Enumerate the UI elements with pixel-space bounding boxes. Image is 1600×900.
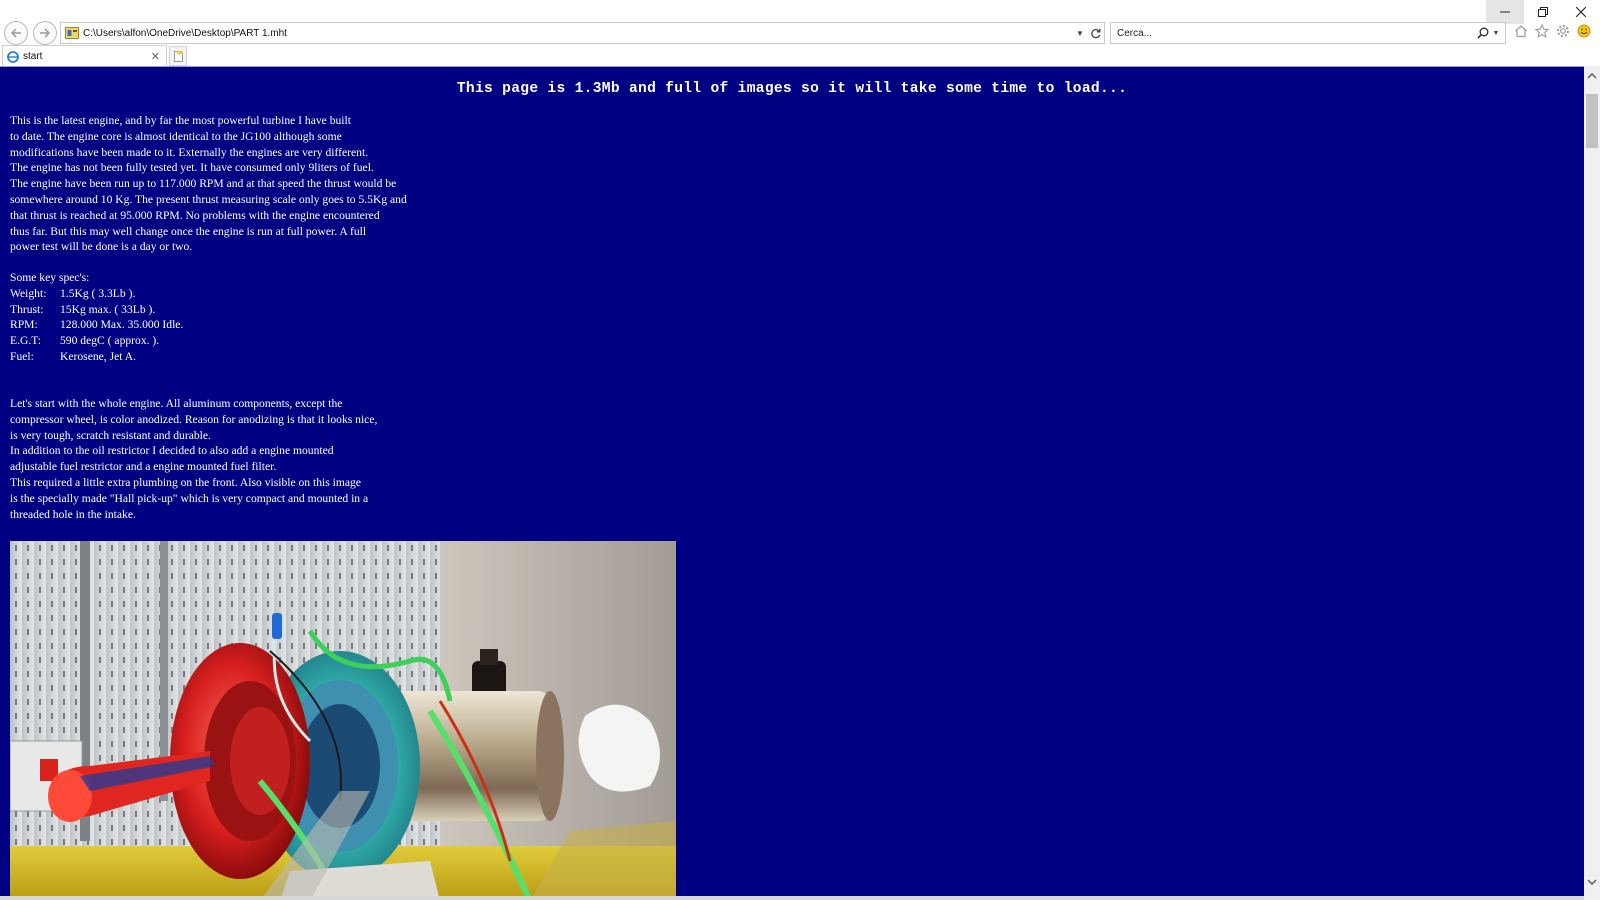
refresh-button[interactable] — [1086, 28, 1104, 39]
settings-gear-icon — [1557, 25, 1569, 37]
spec-label: Fuel: — [10, 349, 34, 363]
engine-photo — [10, 541, 676, 900]
text-line: threaded hole in the intake. — [10, 507, 136, 521]
text-line: compressor wheel, is color anodized. Rea… — [10, 412, 378, 426]
chevron-up-icon — [1587, 73, 1597, 79]
search-input[interactable]: Cerca... — [1117, 28, 1475, 39]
spec-value: 590 degC ( approx. ). — [60, 334, 160, 348]
text-line: The engine have been run up to 117.000 R… — [10, 177, 397, 191]
window-controls — [1486, 0, 1600, 24]
feedback-smiley-icon — [1577, 24, 1591, 38]
search-dropdown-icon[interactable]: ▼ — [1491, 30, 1501, 37]
forward-icon — [40, 28, 51, 38]
chevron-down-icon — [1587, 879, 1597, 885]
new-tab-icon — [173, 50, 183, 62]
back-button[interactable] — [4, 21, 28, 45]
text-line: adjustable fuel restrictor and a engine … — [10, 460, 277, 474]
scroll-down-button[interactable] — [1584, 874, 1600, 890]
close-window-button[interactable] — [1562, 0, 1600, 24]
spec-row: E.G.T: 590 degC ( approx. ). — [10, 333, 183, 349]
text-line: that thrust is reached at 95.000 RPM. No… — [10, 208, 380, 222]
spec-row: Weight: 1.5Kg ( 3.3Lb ). — [10, 286, 183, 302]
search-icon — [1477, 27, 1489, 39]
text-line: modifications have been made to it. Exte… — [10, 145, 369, 159]
text-line: power test will be done is a day or two. — [10, 240, 193, 254]
favorites-star-icon — [1535, 24, 1549, 38]
text-line: thus far. But this may well change once … — [10, 224, 367, 238]
text-line: is very tough, scratch resistant and dur… — [10, 428, 211, 442]
search-button[interactable] — [1475, 27, 1491, 39]
spec-row: RPM: 128.000 Max. 35.000 Idle. — [10, 317, 183, 333]
page-heading: This page is 1.3Mb and full of images so… — [456, 81, 1128, 97]
text-line: is the specially made "Hall pick-up" whi… — [10, 491, 369, 505]
turbine-engine-image — [10, 541, 676, 900]
favorites-button[interactable] — [1534, 23, 1550, 39]
restore-icon — [1538, 7, 1548, 17]
feedback-button[interactable] — [1576, 23, 1592, 39]
body-paragraph: Let's start with the whole engine. All a… — [10, 396, 377, 522]
browser-tab-active[interactable]: start ✕ — [2, 45, 167, 67]
spec-value: Kerosene, Jet A. — [60, 349, 136, 363]
spec-row: Fuel: Kerosene, Jet A. — [10, 349, 183, 365]
text-line: This required a little extra plumbing on… — [10, 475, 361, 489]
minimize-icon — [1500, 11, 1510, 13]
spec-value: 15Kg max. ( 33Lb ). — [60, 302, 156, 316]
text-line: In addition to the oil restrictor I deci… — [10, 444, 334, 458]
settings-button[interactable] — [1555, 23, 1571, 39]
tab-close-icon[interactable]: ✕ — [151, 50, 160, 63]
restore-button[interactable] — [1524, 0, 1562, 24]
toolbar-icons — [1513, 23, 1592, 39]
page-viewport: This page is 1.3Mb and full of images so… — [0, 66, 1584, 900]
text-line: The engine has not been fully tested yet… — [10, 161, 374, 175]
text-line: somewhere around 10 Kg. The present thru… — [10, 192, 407, 206]
home-icon — [1515, 25, 1527, 38]
ie-page-icon — [7, 50, 19, 63]
mht-file-icon — [65, 27, 79, 39]
spec-label: Thrust: — [10, 302, 44, 316]
scroll-up-button[interactable] — [1584, 68, 1600, 84]
refresh-icon — [1090, 28, 1100, 38]
back-icon — [10, 28, 21, 38]
spec-value: 128.000 Max. 35.000 Idle. — [60, 318, 184, 332]
address-bar[interactable]: C:\Users\alfon\OneDrive\Desktop\PART 1.m… — [60, 22, 1105, 44]
text-line: to date. The engine core is almost ident… — [10, 129, 342, 143]
spec-row: Thrust: 15Kg max. ( 33Lb ). — [10, 302, 183, 318]
new-tab-button[interactable] — [169, 46, 187, 66]
scrollbar-thumb[interactable] — [1586, 94, 1598, 148]
text-line: Let's start with the whole engine. All a… — [10, 397, 343, 410]
close-icon — [1576, 7, 1586, 17]
text-line: This is the latest engine, and by far th… — [10, 114, 351, 127]
specs-block: Some key spec's: Weight: 1.5Kg ( 3.3Lb )… — [10, 270, 183, 365]
home-button[interactable] — [1513, 23, 1529, 39]
vertical-scrollbar[interactable] — [1584, 66, 1600, 900]
intro-paragraph: This is the latest engine, and by far th… — [10, 113, 407, 255]
spec-label: Weight: — [10, 286, 47, 300]
spec-label: E.G.T: — [10, 334, 41, 348]
browser-chrome: C:\Users\alfon\OneDrive\Desktop\PART 1.m… — [0, 0, 1600, 67]
specs-title: Some key spec's: — [10, 271, 90, 284]
address-dropdown-icon[interactable]: ▼ — [1074, 29, 1086, 38]
forward-button[interactable] — [33, 21, 57, 45]
address-text[interactable]: C:\Users\alfon\OneDrive\Desktop\PART 1.m… — [83, 28, 1074, 39]
minimize-button[interactable] — [1486, 0, 1524, 24]
spec-label: RPM: — [10, 318, 38, 332]
spec-value: 1.5Kg ( 3.3Lb ). — [60, 286, 136, 300]
tab-title: start — [23, 51, 43, 62]
window-bottom-border — [0, 896, 1584, 900]
search-box[interactable]: Cerca... ▼ — [1110, 22, 1506, 44]
